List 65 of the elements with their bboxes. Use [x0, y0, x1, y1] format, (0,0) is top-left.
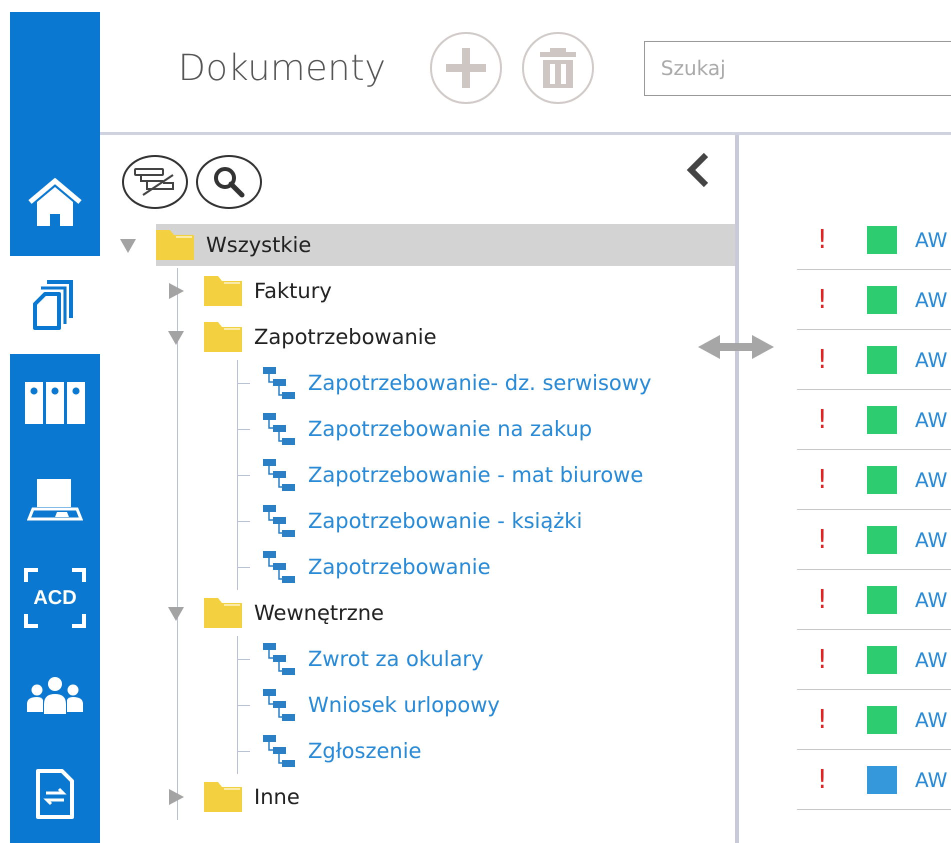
process-item[interactable]: Zwrot za okulary	[262, 638, 504, 680]
sync-document-icon	[35, 768, 75, 820]
document-name[interactable]: AW	[915, 768, 948, 792]
process-item[interactable]: Zapotrzebowanie- dz. serwisowy	[262, 362, 672, 404]
collapse-chevron-icon[interactable]	[684, 153, 710, 187]
folder-icon	[204, 322, 242, 352]
process-item[interactable]: Zapotrzebowanie na zakup	[262, 408, 612, 450]
folder-item[interactable]: Zapotrzebowanie	[204, 316, 457, 358]
search-icon	[213, 166, 245, 198]
priority-mark: !	[816, 524, 828, 554]
binders-icon	[24, 380, 86, 425]
process-icon	[262, 412, 296, 446]
nav-item[interactable]	[10, 745, 100, 843]
process-item[interactable]: Zapotrzebowanie - mat biurowe	[262, 454, 664, 496]
process-icon	[262, 688, 296, 722]
process-item[interactable]: Wniosek urlopowy	[262, 684, 520, 726]
priority-mark: !	[816, 404, 828, 434]
folder-item[interactable]: Wszystkie	[156, 224, 735, 266]
folder-item[interactable]: Faktury	[204, 270, 352, 312]
nav-item[interactable]	[10, 150, 100, 256]
priority-mark: !	[816, 344, 828, 374]
document-name[interactable]: AW	[915, 708, 948, 732]
page-title: Dokumenty	[178, 48, 386, 88]
process-icon	[262, 734, 296, 768]
priority-mark: !	[816, 284, 828, 314]
process-icon	[262, 458, 296, 492]
process-icon	[262, 550, 296, 584]
collapsed-caret-icon[interactable]	[166, 281, 186, 301]
home-icon	[27, 178, 83, 228]
trash-icon	[540, 48, 576, 88]
folder-icon	[204, 598, 242, 628]
process-icon	[262, 504, 296, 538]
document-name[interactable]: AW	[915, 588, 948, 612]
priority-mark: !	[816, 584, 828, 614]
priority-mark: !	[816, 644, 828, 674]
document-name[interactable]: AW	[915, 288, 948, 312]
folder-item[interactable]: Wewnętrzne	[204, 592, 404, 634]
users-icon	[26, 676, 84, 716]
folder-icon	[204, 782, 242, 812]
process-item[interactable]: Zgłoszenie	[262, 730, 442, 772]
plus-icon	[446, 48, 486, 88]
folder-icon	[204, 276, 242, 306]
nav-item[interactable]: ACD	[10, 549, 100, 648]
process-icon	[262, 642, 296, 676]
document-name[interactable]: AW	[915, 468, 948, 492]
document-name[interactable]: AW	[915, 228, 948, 252]
priority-mark: !	[816, 224, 828, 254]
priority-mark: !	[816, 704, 828, 734]
process-item[interactable]: Zapotrzebowanie	[262, 546, 511, 588]
document-name[interactable]: AW	[915, 348, 948, 372]
folder-item[interactable]: Inne	[204, 776, 320, 818]
document-name[interactable]: AW	[915, 408, 948, 432]
document-name[interactable]: AW	[915, 528, 948, 552]
priority-mark: !	[816, 464, 828, 494]
priority-mark: !	[816, 764, 828, 794]
resize-arrow-icon[interactable]	[698, 334, 774, 360]
nav-item[interactable]	[10, 354, 100, 452]
process-item[interactable]: Zapotrzebowanie - książki	[262, 500, 602, 542]
clear-filter-icon	[133, 167, 177, 197]
search-field[interactable]: Szukaj	[644, 40, 951, 96]
collapsed-caret-icon[interactable]	[166, 787, 186, 807]
laptop-icon	[27, 477, 83, 524]
folder-icon	[156, 230, 194, 260]
process-icon	[262, 366, 296, 400]
document-name[interactable]: AW	[915, 648, 948, 672]
